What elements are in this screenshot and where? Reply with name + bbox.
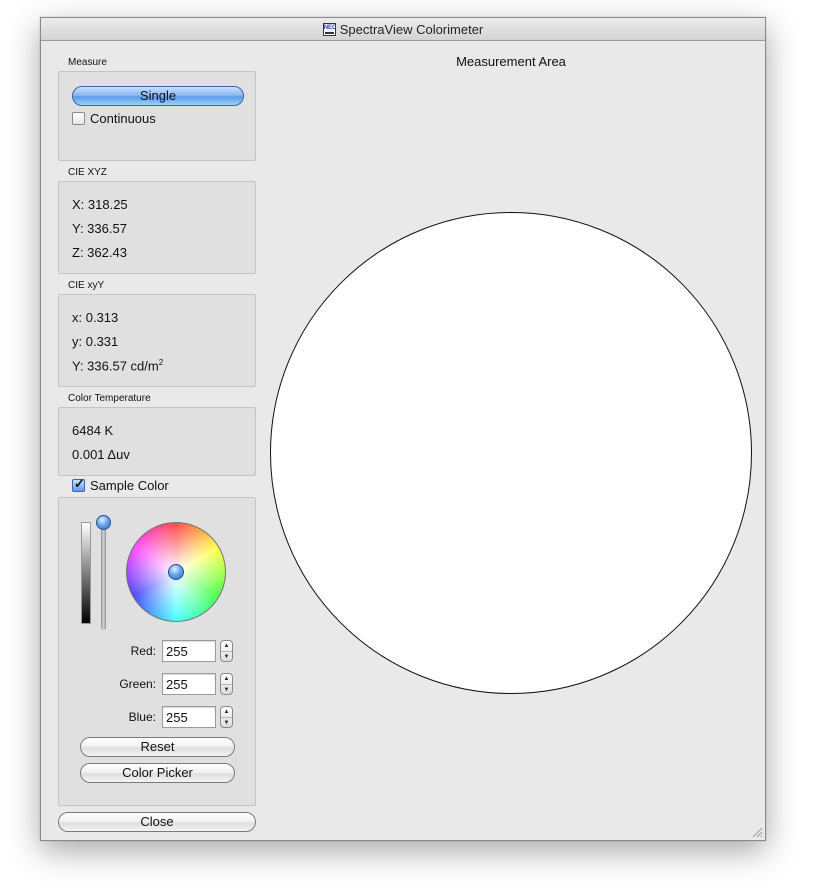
xyy-x-value: x: 0.313 <box>72 310 119 325</box>
measurement-area-title: Measurement Area <box>456 54 566 69</box>
xyz-z-value: Z: 362.43 <box>72 245 127 260</box>
stepper-down-icon[interactable]: ▼ <box>221 717 232 727</box>
app-icon: NEC <box>322 22 336 36</box>
blue-stepper[interactable]: ▲ ▼ <box>220 706 233 728</box>
xyz-y-value: Y: 336.57 <box>72 221 127 236</box>
blue-label: Blue: <box>128 710 156 724</box>
title-bar[interactable]: NEC SpectraView Colorimeter <box>41 18 765 41</box>
stepper-down-icon[interactable]: ▼ <box>221 684 232 694</box>
brightness-gradient <box>81 522 91 624</box>
sample-color-label: Sample Color <box>90 478 169 493</box>
cct-value: 6484 K <box>72 423 114 438</box>
stepper-down-icon[interactable]: ▼ <box>221 651 232 661</box>
window-title: SpectraView Colorimeter <box>339 21 484 37</box>
measure-group: Single Continuous <box>58 71 256 161</box>
continuous-checkbox[interactable] <box>72 112 85 125</box>
cie-xyz-label: CIE XYZ <box>68 167 107 178</box>
sample-color-checkbox[interactable]: ✓ <box>72 476 85 492</box>
measure-label: Measure <box>68 57 107 68</box>
resize-grip-icon[interactable] <box>751 826 763 838</box>
cie-xyy-label: CIE xyY <box>68 280 105 291</box>
red-field[interactable]: 255 <box>162 640 216 662</box>
duv-value: 0.001 Δuv <box>72 447 130 462</box>
blue-field[interactable]: 255 <box>162 706 216 728</box>
single-measure-button[interactable]: Single <box>72 86 244 106</box>
luminance-superscript: 2 <box>158 358 164 367</box>
color-picker-button[interactable]: Color Picker <box>80 763 235 783</box>
green-field[interactable]: 255 <box>162 673 216 695</box>
brightness-slider-track[interactable] <box>101 516 106 630</box>
xyy-luminance-value: Y: 336.57 cd/m2 <box>72 358 163 373</box>
measurement-area-circle <box>270 212 752 694</box>
stepper-up-icon[interactable]: ▲ <box>221 707 232 717</box>
color-temperature-group: 6484 K 0.001 Δuv <box>58 407 256 476</box>
brightness-slider-thumb[interactable] <box>96 515 111 530</box>
red-label: Red: <box>130 644 156 658</box>
green-stepper[interactable]: ▲ ▼ <box>220 673 233 695</box>
xyy-y-value: y: 0.331 <box>72 334 119 349</box>
color-wheel-handle[interactable] <box>168 564 184 580</box>
luminance-text: Y: 336.57 cd/m <box>72 358 159 374</box>
checkmark-icon: ✓ <box>74 476 85 491</box>
sample-color-group: Red: 255 ▲ ▼ Green: 255 ▲ ▼ Blue: 255 ▲ … <box>58 497 256 806</box>
cie-xyz-group: X: 318.25 Y: 336.57 Z: 362.43 <box>58 181 256 274</box>
xyz-x-value: X: 318.25 <box>72 197 128 212</box>
close-button[interactable]: Close <box>58 812 256 832</box>
reset-button[interactable]: Reset <box>80 737 235 757</box>
stepper-up-icon[interactable]: ▲ <box>221 674 232 684</box>
colorimeter-window: NEC SpectraView Colorimeter Measure Sing… <box>40 17 766 841</box>
continuous-label: Continuous <box>90 111 156 126</box>
stepper-up-icon[interactable]: ▲ <box>221 641 232 651</box>
red-stepper[interactable]: ▲ ▼ <box>220 640 233 662</box>
cie-xyy-group: x: 0.313 y: 0.331 Y: 336.57 cd/m2 <box>58 294 256 387</box>
color-temperature-label: Color Temperature <box>68 393 151 404</box>
green-label: Green: <box>119 677 156 691</box>
